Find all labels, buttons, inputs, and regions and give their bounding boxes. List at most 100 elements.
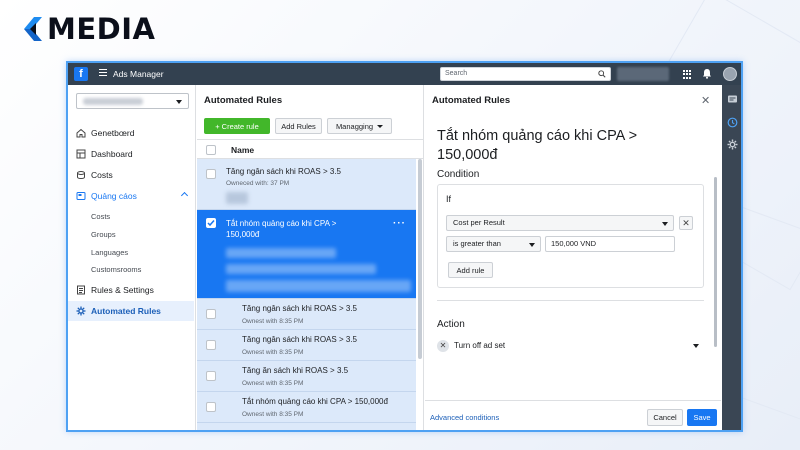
top-bar: f Ads Manager Search: [68, 63, 741, 85]
blurred-content: [226, 264, 376, 274]
row-checkbox[interactable]: [206, 309, 216, 319]
create-rule-button[interactable]: + Create rule: [204, 118, 270, 134]
sidebar-item-ads[interactable]: Quảng cáos: [68, 186, 194, 206]
sidebar-item-dashboard[interactable]: Dashboard: [68, 144, 194, 164]
search-placeholder: Search: [445, 70, 468, 77]
cancel-button[interactable]: Cancel: [647, 409, 683, 426]
row-checkbox[interactable]: [206, 371, 216, 381]
rule-meta: Ownest with 8:35 PM: [242, 318, 304, 325]
sidebar-subitem-costs[interactable]: Costs: [68, 208, 194, 225]
close-circle-icon[interactable]: ✕: [437, 340, 449, 352]
chevron-down-icon: [377, 125, 384, 128]
chevron-down-icon: [529, 243, 535, 247]
brand-mark-icon: [22, 15, 46, 43]
sidebar-subitem-languages[interactable]: Languages: [68, 244, 194, 261]
avatar[interactable]: [723, 67, 737, 81]
facebook-logo-icon[interactable]: f: [74, 67, 88, 81]
settings-icon[interactable]: [727, 139, 738, 150]
row-checkbox-checked[interactable]: [206, 218, 216, 228]
row-checkbox[interactable]: [206, 169, 216, 179]
detail-panel-title: Automated Rules: [432, 95, 511, 106]
sidebar-item-automated-rules[interactable]: Automated Rules: [68, 301, 194, 321]
manage-dropdown-label: Managging: [335, 122, 374, 131]
sidebar-item-home[interactable]: Genetbœrd: [68, 123, 194, 143]
rule-meta: Ownest with 8:35 PM: [242, 411, 304, 418]
table-row-partial[interactable]: [197, 423, 416, 430]
clock-icon[interactable]: [727, 117, 738, 128]
menu-icon[interactable]: [99, 69, 107, 78]
rule-meta: Ownest with 8:35 PM: [242, 349, 304, 356]
rules-list-panel: Automated Rules + Create rule Add Rules …: [197, 85, 424, 430]
metric-select-value: Cost per Result: [453, 218, 505, 227]
table-row[interactable]: Tăng ngân sách khi ROAS > 3.5 Ownest wit…: [197, 299, 416, 330]
manage-dropdown[interactable]: Managging: [327, 118, 392, 134]
brand-logo: MEDIA: [22, 14, 155, 44]
blurred-content: [226, 248, 336, 258]
table-row[interactable]: Tắt nhóm quảng cáo khi CPA > 150,000đ Ow…: [197, 392, 416, 423]
table-row-selected[interactable]: Tắt nhóm quảng cáo khi CPA > 150,000đ ··…: [197, 210, 416, 299]
rule-name: Tắt nhóm quảng cáo khi CPA > 150,000đ: [242, 397, 388, 406]
table-row[interactable]: Tăng ngân sách khi ROAS > 3.5 Owneced wi…: [197, 159, 416, 210]
rule-meta: Owneced with: 37 PM: [226, 180, 290, 187]
sidebar-item-label: Dashboard: [91, 149, 133, 159]
sidebar-item-label: Groups: [91, 230, 116, 239]
action-select[interactable]: ✕ Turn off ad set: [437, 339, 705, 355]
row-checkbox[interactable]: [206, 402, 216, 412]
app-title: Ads Manager: [113, 69, 164, 79]
rule-detail-panel: Automated Rules ✕ Tắt nhóm quảng cáo khi…: [425, 85, 721, 430]
search-icon[interactable]: [598, 70, 606, 78]
column-header-name[interactable]: Name: [231, 145, 254, 155]
sidebar-item-label: Genetbœrd: [91, 128, 135, 138]
remove-condition-button[interactable]: ✕: [679, 216, 693, 230]
blurred-content: [226, 192, 248, 204]
add-rule-button[interactable]: Add rule: [448, 262, 493, 278]
sidebar-item-label: Quảng cáos: [91, 191, 137, 201]
row-checkbox[interactable]: [206, 340, 216, 350]
close-icon[interactable]: ✕: [701, 94, 710, 107]
search-input[interactable]: Search: [440, 67, 611, 81]
divider: [437, 300, 704, 301]
add-rules-button[interactable]: Add Rules: [275, 118, 322, 134]
rule-meta: Ownest with 8:35 PM: [242, 380, 304, 387]
blurred-content: [226, 280, 411, 292]
sidebar-item-rules-settings[interactable]: Rules & Settings: [68, 280, 194, 300]
list-scrollbar[interactable]: [418, 159, 422, 359]
sidebar: Genetbœrd Dashboard Costs Quảng cáos Cos…: [68, 85, 196, 430]
save-button[interactable]: Save: [687, 409, 717, 426]
advanced-conditions-link[interactable]: Advanced conditions: [430, 413, 499, 422]
brand-text: MEDIA: [47, 12, 156, 46]
chevron-down-icon: [176, 100, 182, 104]
threshold-input[interactable]: 150,000 VND: [545, 236, 675, 252]
table-row[interactable]: Tăng ngân sách khi ROAS > 3.5 Ownest wit…: [197, 330, 416, 361]
operator-select[interactable]: is greater than: [446, 236, 541, 252]
table-row[interactable]: Tăng ăn sách khi ROAS > 3.5 Ownest with …: [197, 361, 416, 392]
metric-select[interactable]: Cost per Result: [446, 215, 674, 231]
more-options-icon[interactable]: ···: [393, 218, 406, 229]
sidebar-subitem-groups[interactable]: Groups: [68, 226, 194, 243]
apps-grid-icon[interactable]: [683, 70, 692, 79]
table-header: Name: [197, 139, 423, 159]
sidebar-item-label: Rules & Settings: [91, 285, 154, 295]
sidebar-item-label: Languages: [91, 248, 129, 257]
sidebar-item-costs[interactable]: Costs: [68, 165, 194, 185]
account-name-blurred[interactable]: [617, 67, 669, 81]
account-selector[interactable]: [76, 93, 189, 109]
detail-scrollbar[interactable]: [714, 177, 717, 347]
account-selector-blurred-value: [83, 98, 143, 105]
rule-name: Tắt nhóm quảng cáo khi CPA > 150,000đ: [226, 219, 337, 239]
ads-icon: [76, 192, 86, 200]
detail-footer: Advanced conditions Cancel Save: [425, 400, 721, 430]
chat-icon[interactable]: [727, 94, 738, 105]
condition-label: Condition: [437, 169, 480, 180]
checkmark-icon: [207, 220, 215, 227]
chevron-up-icon[interactable]: [180, 191, 189, 200]
threshold-input-value: 150,000 VND: [551, 239, 597, 248]
select-all-checkbox[interactable]: [206, 145, 216, 155]
rule-name: Tăng ngân sách khi ROAS > 3.5: [242, 335, 357, 344]
chevron-down-icon: [662, 222, 668, 226]
right-rail: [722, 85, 741, 430]
bell-icon[interactable]: [702, 68, 712, 79]
if-label: If: [446, 194, 452, 204]
operator-select-value: is greater than: [453, 239, 501, 248]
sidebar-subitem-customsrooms[interactable]: Customsrooms: [68, 261, 194, 278]
